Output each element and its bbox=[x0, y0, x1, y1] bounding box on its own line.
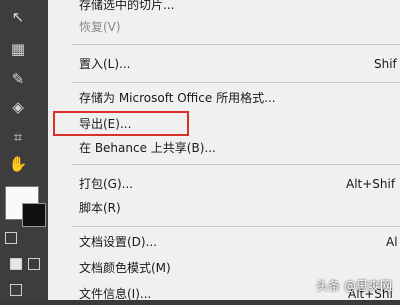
menu-item-label: 打包(G)... bbox=[79, 177, 134, 191]
menu-item-place[interactable]: 置入(L)... Shif bbox=[48, 53, 400, 75]
menu-item-package[interactable]: 打包(G)... Alt+Shif bbox=[48, 173, 400, 195]
image-trace-icon[interactable]: ▦ bbox=[8, 40, 28, 58]
menu-item-shortcut: Alt+Shif bbox=[346, 177, 396, 191]
menu-item-scripts[interactable]: 脚本(R) bbox=[48, 197, 400, 219]
perspective-icon[interactable]: ◈ bbox=[8, 98, 28, 116]
menu-item-label: 置入(L)... bbox=[79, 57, 131, 71]
menu-item-label: 文件信息(I)... bbox=[79, 287, 152, 301]
eyedropper-icon[interactable]: ✎ bbox=[8, 70, 28, 88]
color-mode-icon[interactable] bbox=[10, 258, 22, 270]
menu-separator bbox=[72, 164, 400, 165]
menu-item-label: 存储选中的切片... bbox=[79, 0, 175, 12]
menu-item-shortcut: Shif bbox=[374, 57, 397, 71]
menu-item-revert: 恢复(V) bbox=[48, 16, 400, 38]
hand-icon[interactable]: ✋ bbox=[8, 155, 28, 173]
menu-item-label: 存储为 Microsoft Office 所用格式... bbox=[79, 91, 276, 105]
menu-item-label: 文档设置(D)... bbox=[79, 235, 158, 249]
menu-item-label: 在 Behance 上共享(B)... bbox=[79, 141, 216, 155]
selection-icon[interactable]: ↖ bbox=[8, 8, 28, 26]
menu-separator bbox=[72, 82, 400, 83]
menu-item-label: 文档颜色模式(M) bbox=[79, 261, 171, 275]
gradient-mode-icon[interactable] bbox=[28, 258, 40, 270]
menu-item-document-color-mode[interactable]: 文档颜色模式(M) bbox=[48, 257, 400, 279]
file-menu: 存储选中的切片... 恢复(V) 置入(L)... Shif 存储为 Micro… bbox=[48, 0, 400, 301]
stroke-color-swatch[interactable] bbox=[22, 203, 46, 227]
menu-item-shortcut: Al bbox=[386, 235, 398, 249]
menu-item-save-for-office[interactable]: 存储为 Microsoft Office 所用格式... bbox=[48, 87, 400, 109]
menu-item-label: 恢复(V) bbox=[79, 20, 121, 34]
menu-item-label: 脚本(R) bbox=[79, 201, 121, 215]
menu-item-share-behance[interactable]: 在 Behance 上共享(B)... bbox=[48, 137, 400, 159]
watermark: 头条 @思爽网 bbox=[316, 279, 392, 293]
default-colors-icon[interactable] bbox=[5, 232, 17, 244]
menu-separator bbox=[72, 226, 400, 227]
tools-panel: ↖ ▦ ✎ ◈ ⌗ ✋ bbox=[0, 0, 48, 300]
menu-item-save-selected-slices[interactable]: 存储选中的切片... bbox=[48, 0, 400, 16]
menu-separator bbox=[72, 44, 400, 45]
export-highlight-box bbox=[53, 111, 189, 136]
draw-mode-icon[interactable] bbox=[10, 284, 22, 296]
artboard-icon[interactable]: ⌗ bbox=[8, 128, 28, 146]
menu-item-document-setup[interactable]: 文档设置(D)... Al bbox=[48, 231, 400, 253]
